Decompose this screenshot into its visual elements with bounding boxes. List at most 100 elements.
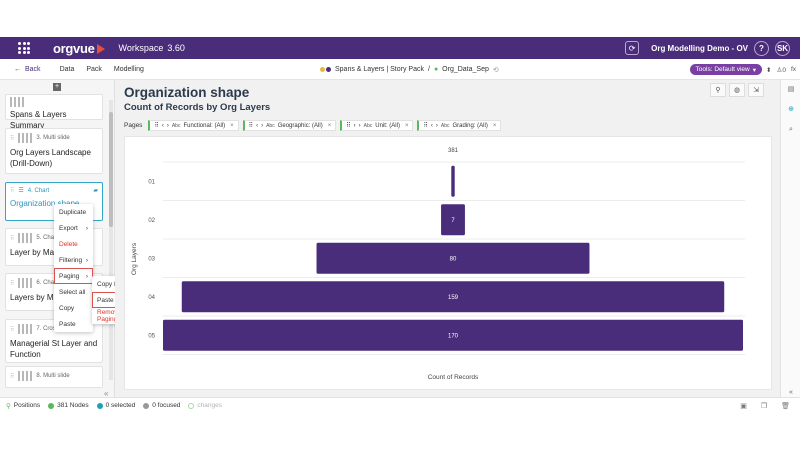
drag-handle-icon[interactable]: ⠿ [10,135,14,142]
drag-handle-icon[interactable]: ⠿ [10,280,14,287]
menu-item-copy[interactable]: Copy [54,300,93,316]
workspace-version: 3.60 [167,43,185,53]
next-page-icon[interactable]: › [359,123,361,129]
drag-handle-icon[interactable]: ⠿ [10,326,14,333]
menu-item-duplicate[interactable]: Duplicate [54,204,93,220]
focused-status[interactable]: 0 focused [143,402,180,409]
category-label: 03 [148,256,155,262]
comment-icon[interactable]: ▰ [93,187,98,194]
next-page-icon[interactable]: › [167,123,169,129]
view-toolbar: ⚲ ◍ ⇲ [710,83,764,97]
chevron-right-icon: › [85,272,88,280]
breadcrumb-pack[interactable]: Spans & Layers | Story Pack [335,66,424,73]
chart-card: 381 Org Layers Count of Records 01 02 7 03 8… [124,136,772,390]
location-icon: ⚲ [6,402,11,410]
user-avatar[interactable]: SK [775,40,790,56]
dataset-name[interactable]: Org Modelling Demo - OV [651,44,748,53]
add-slide-button[interactable]: + [53,83,61,91]
slide-thumbnail-icon [18,278,33,288]
drag-handle-icon[interactable]: ⠿ [10,373,14,380]
pack-dot-icon [320,67,325,72]
category-label: 01 [148,179,155,185]
trash-icon[interactable]: 🗑 [781,402,790,410]
remove-pager-icon[interactable]: × [493,123,497,129]
pager-grading[interactable]: ⠿ ‹ › Abc Grading: (All) × [417,120,502,131]
text-type-icon: Abc [171,122,181,129]
user-count-icon[interactable]: ♙0 [776,66,785,74]
drag-handle-icon[interactable]: ⠿ [154,122,158,129]
menu-item-export[interactable]: Export › [54,220,93,236]
text-type-icon: Abc [440,122,450,129]
scrollbar-thumb[interactable] [109,112,113,227]
prev-page-icon[interactable]: ‹ [256,123,258,129]
app-logo[interactable]: orgvue [53,41,105,56]
next-page-icon[interactable]: › [436,123,438,129]
menu-item-paste[interactable]: Paste [54,316,93,332]
formula-button[interactable]: fx [791,66,796,73]
document-icon[interactable]: ▤ [786,85,796,95]
pager-label: Unit: (All) [375,122,400,129]
prev-page-icon[interactable]: ‹ [162,123,164,129]
remove-pager-icon[interactable]: × [405,123,409,129]
positions-status[interactable]: ⚲ Positions [6,402,40,410]
slide-card[interactable]: ⠿ 3. Multi slide Org Layers Landscape (Dr… [5,128,103,174]
back-button[interactable]: ← Back [14,66,41,73]
menu-item-filtering[interactable]: Filtering › [54,252,93,268]
tools-dropdown[interactable]: Tools: Default view ▾ [689,64,762,75]
slide-title: Managerial St Layer and Function [10,339,98,359]
filter-settings-icon[interactable]: ⚲ [710,83,726,97]
menu-data[interactable]: Data [60,66,75,73]
drag-handle-icon[interactable]: ⠿ [249,122,253,129]
pager-unit[interactable]: ⠿ ‹ › Abc Unit: (All) × [340,120,414,131]
menu-pack[interactable]: Pack [86,66,102,73]
bars: 0102 703 8004 15905 170 [148,165,743,351]
menu-item-delete[interactable]: Delete [54,236,93,252]
drag-handle-icon[interactable]: ⠿ [10,235,14,242]
nav-bar: ← Back Data Pack Modelling Spans & Layers… [0,59,800,80]
app-launcher-icon[interactable] [18,42,30,54]
add-circle-icon[interactable]: ⊕ [786,105,796,115]
drag-handle-icon[interactable]: ⠿ [10,187,14,194]
nodes-status[interactable]: 381 Nodes [48,402,89,409]
org-shape-chart[interactable]: 381 Org Layers Count of Records 0102 703 8… [125,137,773,391]
slide-context-menu: Duplicate Export › Delete Filtering › Pagi… [54,204,93,332]
menu-item-paging[interactable]: Paging › [54,268,93,284]
palette-icon[interactable]: ◍ [729,83,745,97]
selected-icon [96,402,103,409]
pager-functional[interactable]: ⠿ ‹ › Abc Functional: (All) × [148,120,239,131]
bar-layer-01[interactable] [451,165,455,197]
changes-status[interactable]: changes [188,402,222,409]
search-icon[interactable]: ⌕ [786,125,796,135]
sync-icon[interactable]: ⟲ [493,66,499,74]
paging-bar: Pages ⠿ ‹ › Abc Functional: (All) × ⠿ ‹ … [124,120,502,131]
slide-card[interactable]: Spans & Layers Summary [5,94,103,130]
pager-geographic[interactable]: ⠿ ‹ › Abc Geographic: (All) × [242,120,337,131]
prev-page-icon[interactable]: ‹ [431,123,433,129]
remove-pager-icon[interactable]: × [328,123,332,129]
slide-card[interactable]: ⠿ 8. Multi slide [5,366,103,388]
grid-view-icon[interactable]: ▣ [740,402,747,410]
breadcrumb-dataset[interactable]: Org_Data_Sep [442,66,489,73]
drag-handle-icon[interactable]: ⠿ [346,122,350,129]
next-page-icon[interactable]: › [261,123,263,129]
slide-type: 8. Multi slide [36,373,70,379]
export-icon[interactable]: ⇲ [748,83,764,97]
breadcrumb: Spans & Layers | Story Pack / ● Org_Data… [320,59,499,80]
menu-modelling[interactable]: Modelling [114,66,144,73]
pager-label: Functional: (All) [183,122,226,129]
prev-page-icon[interactable]: ‹ [354,123,356,129]
chart-title: Count of Records by Org Layers [124,102,271,113]
slide-thumbnail-icon [18,233,33,243]
arrow-left-icon: ← [14,65,21,73]
copy-icon[interactable]: ❐ [761,402,767,410]
slides-scrollbar[interactable] [109,100,113,380]
pages-label: Pages [124,122,143,129]
pin-icon[interactable]: ⬍ [766,66,771,74]
help-button[interactable]: ? [754,40,769,56]
selected-status[interactable]: 0 selected [96,402,135,409]
remove-pager-icon[interactable]: × [230,123,234,129]
refresh-icon[interactable]: ⟳ [625,41,640,55]
drag-handle-icon[interactable]: ⠿ [423,122,427,129]
menu-item-select-all[interactable]: Select all [54,284,93,300]
chevron-right-icon: › [85,256,88,264]
